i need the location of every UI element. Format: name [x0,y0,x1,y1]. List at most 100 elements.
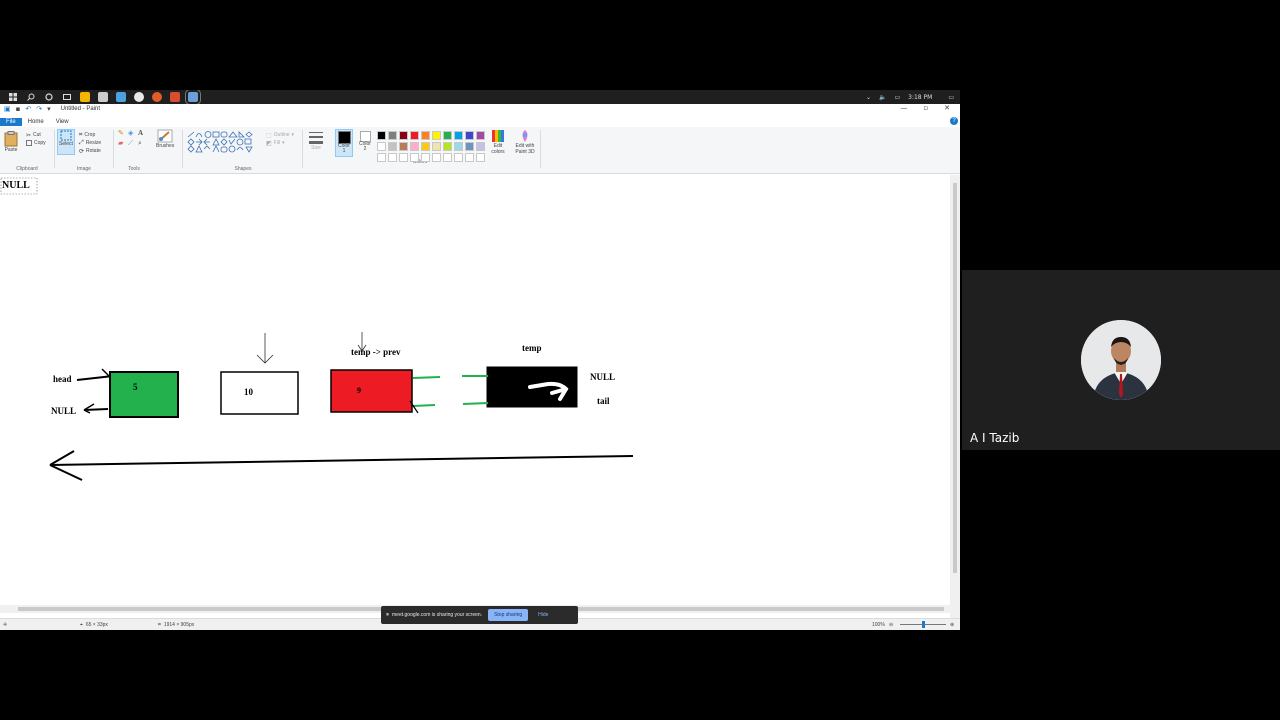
tab-home[interactable]: Home [22,118,50,126]
node-box [109,371,179,418]
color-swatch[interactable] [476,142,485,151]
minimize-button[interactable]: — [900,104,907,112]
search-icon[interactable] [26,92,36,102]
text-icon[interactable]: A [138,129,148,139]
scroll-thumb[interactable] [953,183,957,573]
tab-file[interactable]: File [0,118,22,126]
traversal-arrow [49,455,634,466]
app-icon[interactable] [116,92,126,102]
color-swatch[interactable] [377,142,386,151]
paste-button[interactable]: Paste [4,131,18,153]
clipboard-icon [4,131,18,147]
volume-icon[interactable]: 🔈 [879,94,886,101]
resize-button[interactable]: ⤢ Resize [79,139,101,147]
color-swatch[interactable] [388,142,397,151]
maximize-button[interactable]: ▫ [923,104,928,112]
select-button[interactable]: Select [57,129,75,155]
participant-name: A I Tazib [970,431,1020,445]
size-button[interactable]: Size [308,131,324,151]
color-swatch[interactable] [465,131,474,140]
color2-button[interactable]: Color 2 [357,129,373,157]
notifications-icon[interactable]: ▭ [948,94,954,101]
color-swatch[interactable] [432,131,441,140]
color-swatch[interactable] [421,131,430,140]
color-swatch[interactable] [443,142,452,151]
edit-paint3d-button[interactable]: Edit with Paint 3D [512,129,538,155]
help-icon[interactable]: ? [950,117,958,125]
color-swatch[interactable] [410,153,419,162]
color-swatch[interactable] [421,153,430,162]
network-icon[interactable]: ▭ [894,94,900,101]
windows-logo-icon[interactable] [8,92,18,102]
app-icon[interactable] [170,92,180,102]
stop-sharing-button[interactable]: Stop sharing [488,609,529,621]
color-swatch[interactable] [377,153,386,162]
circle-icon[interactable] [44,92,54,102]
tab-view[interactable]: View [50,118,75,126]
chevron-up-icon[interactable]: ⌄ [866,94,871,101]
copy-button[interactable]: Copy [26,139,46,147]
magnifier-icon[interactable]: ⌕ [138,139,148,149]
quick-access-toolbar: ▣ ▪ ↶ ↷ ▾ [4,105,51,113]
color-swatch[interactable] [421,142,430,151]
system-tray: ⌄ 🔈 ▭ 3:18 PM ▭ [866,90,954,104]
color-swatch[interactable] [454,153,463,162]
color1-button[interactable]: Color 1 [335,129,353,157]
task-view-icon[interactable] [62,92,72,102]
color-swatch[interactable] [399,153,408,162]
crop-button[interactable]: ⌗ Crop [79,131,101,139]
zoom-in-button[interactable]: ⊕ [950,622,954,628]
eraser-icon[interactable]: ▰ [118,139,128,149]
pencil-icon[interactable]: ✎ [118,129,128,139]
hide-button[interactable]: Hide [538,612,548,618]
color-swatch[interactable] [399,131,408,140]
color-swatch[interactable] [443,131,452,140]
color-swatch[interactable] [410,142,419,151]
firefox-icon[interactable] [152,92,162,102]
redo-icon[interactable]: ↷ [36,105,42,113]
rotate-button[interactable]: ⟳ Rotate [79,147,101,155]
color-swatch[interactable] [476,153,485,162]
fill-button[interactable]: ◩ Fill ▾ [266,139,294,147]
color-swatch[interactable] [432,153,441,162]
shapes-group: ⬚ Outline ▾ ◩ Fill ▾ Shapes [184,129,302,172]
undo-icon[interactable]: ↶ [25,105,31,113]
file-explorer-icon[interactable] [80,92,90,102]
green-connectors [412,375,489,407]
color-swatch[interactable] [454,142,463,151]
temp-label: temp [522,343,542,353]
move-icon: ✛ [3,621,8,628]
color-wheel-icon [492,130,504,142]
color-swatch[interactable] [410,131,419,140]
zoom-out-button[interactable]: ⊖ [889,622,893,628]
color-swatch[interactable] [399,142,408,151]
participant-tile[interactable]: A I Tazib [962,270,1280,450]
clock[interactable]: 3:18 PM [908,94,932,101]
color-swatch[interactable] [443,153,452,162]
app-icon[interactable] [98,92,108,102]
color-swatch[interactable] [454,131,463,140]
color-swatch[interactable] [388,131,397,140]
brushes-button[interactable]: Brushes [156,129,174,149]
zoom-slider-thumb[interactable] [922,621,925,628]
color-picker-icon[interactable]: ⟋ [128,139,138,149]
edit-colors-button[interactable]: Edit colors [487,129,509,155]
color-swatch[interactable] [432,142,441,151]
save-icon[interactable]: ▪ [16,105,21,113]
color-swatch[interactable] [377,131,386,140]
color-swatch[interactable] [476,131,485,140]
zoom-level: 100% [872,621,885,628]
meet-stage: ⌄ 🔈 ▭ 3:18 PM ▭ ▣ ▪ ↶ ↷ ▾ Untitled - Pai… [0,0,1280,720]
chrome-icon[interactable] [134,92,144,102]
color-swatch[interactable] [388,153,397,162]
close-button[interactable]: ✕ [944,104,950,112]
color-swatch[interactable] [465,153,474,162]
paint-icon[interactable] [185,90,201,105]
outline-button[interactable]: ⬚ Outline ▾ [266,131,294,139]
shapes-gallery[interactable] [186,130,266,156]
chevron-down-icon[interactable]: ▾ [47,105,51,113]
cut-button[interactable]: ✂ Cut [26,131,46,139]
color-swatch[interactable] [465,142,474,151]
fill-bucket-icon[interactable]: ◈ [128,129,138,139]
vertical-scrollbar[interactable] [950,175,960,630]
